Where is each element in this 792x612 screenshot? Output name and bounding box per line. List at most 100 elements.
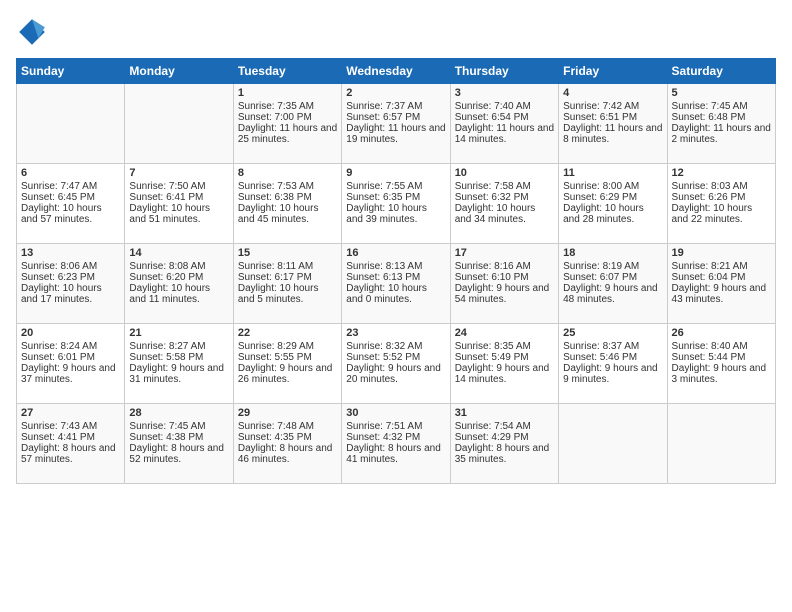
cell-content-line: Sunset: 6:57 PM bbox=[346, 112, 445, 123]
calendar-cell: 18Sunrise: 8:19 AMSunset: 6:07 PMDayligh… bbox=[559, 244, 667, 324]
weekday-header-tuesday: Tuesday bbox=[233, 59, 341, 84]
calendar-cell: 17 Sunrise: 8:16 AMSunset: 6:10 PMDayligh… bbox=[450, 244, 558, 324]
cell-content-line: Daylight: 11 hours and 14 minutes. bbox=[455, 123, 554, 145]
cell-content-line: Sunrise: 7:43 AM bbox=[21, 421, 120, 432]
weekday-header-monday: Monday bbox=[125, 59, 233, 84]
day-number: 19 bbox=[672, 247, 771, 259]
calendar-cell: 1Sunrise: 7:35 AMSunset: 7:00 PMDaylight… bbox=[233, 84, 341, 164]
weekday-header-friday: Friday bbox=[559, 59, 667, 84]
calendar-cell: 15Sunrise: 8:11 AMSunset: 6:17 PMDayligh… bbox=[233, 244, 341, 324]
cell-content-line: Daylight: 9 hours and 37 minutes. bbox=[21, 363, 120, 385]
cell-content-line: Sunrise: 7:58 AM bbox=[455, 181, 554, 192]
cell-content-line: Daylight: 9 hours and 48 minutes. bbox=[563, 283, 662, 305]
weekday-header-thursday: Thursday bbox=[450, 59, 558, 84]
cell-content-line: Sunrise: 8:29 AM bbox=[238, 341, 337, 352]
cell-content-line: Sunset: 5:58 PM bbox=[129, 352, 228, 363]
calendar-cell: 2 Sunrise: 7:37 AMSunset: 6:57 PMDaylight… bbox=[342, 84, 450, 164]
calendar-week-row: 13Sunrise: 8:06 AMSunset: 6:23 PMDayligh… bbox=[17, 244, 776, 324]
cell-content-line: Daylight: 10 hours and 57 minutes. bbox=[21, 203, 120, 225]
day-number: 31 bbox=[455, 407, 554, 419]
day-number: 10 bbox=[455, 167, 554, 179]
cell-content-line: Sunrise: 8:24 AM bbox=[21, 341, 120, 352]
calendar-cell: 16Sunrise: 8:13 AMSunset: 6:13 PMDayligh… bbox=[342, 244, 450, 324]
cell-content-line: Daylight: 10 hours and 39 minutes. bbox=[346, 203, 445, 225]
cell-content-line: Daylight: 8 hours and 52 minutes. bbox=[129, 443, 228, 465]
cell-content-line: Daylight: 8 hours and 41 minutes. bbox=[346, 443, 445, 465]
cell-content-line: Sunset: 6:23 PM bbox=[21, 272, 120, 283]
day-number: 22 bbox=[238, 327, 337, 339]
cell-content-line: Daylight: 10 hours and 51 minutes. bbox=[129, 203, 228, 225]
calendar-cell: 21Sunrise: 8:27 AMSunset: 5:58 PMDayligh… bbox=[125, 324, 233, 404]
calendar-cell: 14 Sunrise: 8:08 AMSunset: 6:20 PMDayligh… bbox=[125, 244, 233, 324]
cell-content-line: Daylight: 9 hours and 20 minutes. bbox=[346, 363, 445, 385]
cell-content-line: Sunset: 6:41 PM bbox=[129, 192, 228, 203]
cell-content-line: Daylight: 11 hours and 25 minutes. bbox=[238, 123, 337, 145]
day-number: 17 bbox=[455, 247, 554, 259]
cell-content-line: Sunset: 6:20 PM bbox=[129, 272, 228, 283]
cell-content-line: Daylight: 10 hours and 11 minutes. bbox=[129, 283, 228, 305]
logo bbox=[16, 16, 52, 48]
cell-content-line: Daylight: 11 hours and 2 minutes. bbox=[672, 123, 771, 145]
cell-content-line: Sunset: 7:00 PM bbox=[238, 112, 337, 123]
weekday-header-saturday: Saturday bbox=[667, 59, 775, 84]
day-number: 18 bbox=[563, 247, 662, 259]
day-number: 8 bbox=[238, 167, 337, 179]
calendar-week-row: 1Sunrise: 7:35 AMSunset: 7:00 PMDaylight… bbox=[17, 84, 776, 164]
weekday-header-sunday: Sunday bbox=[17, 59, 125, 84]
day-number: 16 bbox=[346, 247, 445, 259]
cell-content-line: Sunrise: 8:32 AM bbox=[346, 341, 445, 352]
day-number: 2 bbox=[346, 87, 445, 99]
day-number: 27 bbox=[21, 407, 120, 419]
cell-content-line: Daylight: 8 hours and 35 minutes. bbox=[455, 443, 554, 465]
calendar-cell: 12Sunrise: 8:03 AMSunset: 6:26 PMDayligh… bbox=[667, 164, 775, 244]
cell-content-line: Daylight: 10 hours and 0 minutes. bbox=[346, 283, 445, 305]
day-number: 23 bbox=[346, 327, 445, 339]
cell-content-line: Sunrise: 8:00 AM bbox=[563, 181, 662, 192]
cell-content-line: Sunset: 4:38 PM bbox=[129, 432, 228, 443]
cell-content-line: Sunset: 6:26 PM bbox=[672, 192, 771, 203]
cell-content-line: Sunset: 4:35 PM bbox=[238, 432, 337, 443]
cell-content-line: Daylight: 9 hours and 54 minutes. bbox=[455, 283, 554, 305]
day-number: 28 bbox=[129, 407, 228, 419]
day-number: 24 bbox=[455, 327, 554, 339]
cell-content-line: Sunrise: 7:48 AM bbox=[238, 421, 337, 432]
cell-content-line: Sunrise: 7:37 AM bbox=[346, 101, 445, 112]
calendar-cell: 9Sunrise: 7:55 AMSunset: 6:35 PMDaylight… bbox=[342, 164, 450, 244]
cell-content-line: Sunset: 5:44 PM bbox=[672, 352, 771, 363]
day-number: 4 bbox=[563, 87, 662, 99]
cell-content-line: Sunrise: 8:16 AM bbox=[455, 261, 554, 272]
cell-content-line: Daylight: 11 hours and 19 minutes. bbox=[346, 123, 445, 145]
day-number: 29 bbox=[238, 407, 337, 419]
weekday-header-wednesday: Wednesday bbox=[342, 59, 450, 84]
cell-content-line: Sunrise: 8:03 AM bbox=[672, 181, 771, 192]
day-number: 14 bbox=[129, 247, 228, 259]
day-number: 21 bbox=[129, 327, 228, 339]
cell-content-line: Sunset: 6:38 PM bbox=[238, 192, 337, 203]
cell-content-line: Sunrise: 8:08 AM bbox=[129, 261, 228, 272]
logo-icon bbox=[16, 16, 48, 48]
cell-content-line: Daylight: 10 hours and 34 minutes. bbox=[455, 203, 554, 225]
cell-content-line: Sunrise: 8:13 AM bbox=[346, 261, 445, 272]
cell-content-line: Daylight: 11 hours and 8 minutes. bbox=[563, 123, 662, 145]
calendar-week-row: 20Sunrise: 8:24 AMSunset: 6:01 PMDayligh… bbox=[17, 324, 776, 404]
day-number: 15 bbox=[238, 247, 337, 259]
day-number: 5 bbox=[672, 87, 771, 99]
cell-content-line: Sunset: 6:04 PM bbox=[672, 272, 771, 283]
cell-content-line: Sunset: 6:10 PM bbox=[455, 272, 554, 283]
cell-content-line: Daylight: 9 hours and 9 minutes. bbox=[563, 363, 662, 385]
cell-content-line: Daylight: 8 hours and 46 minutes. bbox=[238, 443, 337, 465]
cell-content-line: Sunset: 6:35 PM bbox=[346, 192, 445, 203]
cell-content-line: Sunset: 6:32 PM bbox=[455, 192, 554, 203]
cell-content-line: Daylight: 9 hours and 31 minutes. bbox=[129, 363, 228, 385]
cell-content-line: Sunrise: 8:37 AM bbox=[563, 341, 662, 352]
calendar-cell: 7Sunrise: 7:50 AMSunset: 6:41 PMDaylight… bbox=[125, 164, 233, 244]
calendar-cell: 26Sunrise: 8:40 AMSunset: 5:44 PMDayligh… bbox=[667, 324, 775, 404]
day-number: 6 bbox=[21, 167, 120, 179]
calendar-cell: 25Sunrise: 8:37 AMSunset: 5:46 PMDayligh… bbox=[559, 324, 667, 404]
calendar-cell: 6Sunrise: 7:47 AMSunset: 6:45 PMDaylight… bbox=[17, 164, 125, 244]
calendar-cell: 11Sunrise: 8:00 AMSunset: 6:29 PMDayligh… bbox=[559, 164, 667, 244]
calendar-cell: 13Sunrise: 8:06 AMSunset: 6:23 PMDayligh… bbox=[17, 244, 125, 324]
cell-content-line: Sunrise: 7:54 AM bbox=[455, 421, 554, 432]
calendar-week-row: 6Sunrise: 7:47 AMSunset: 6:45 PMDaylight… bbox=[17, 164, 776, 244]
calendar-cell: 23Sunrise: 8:32 AMSunset: 5:52 PMDayligh… bbox=[342, 324, 450, 404]
